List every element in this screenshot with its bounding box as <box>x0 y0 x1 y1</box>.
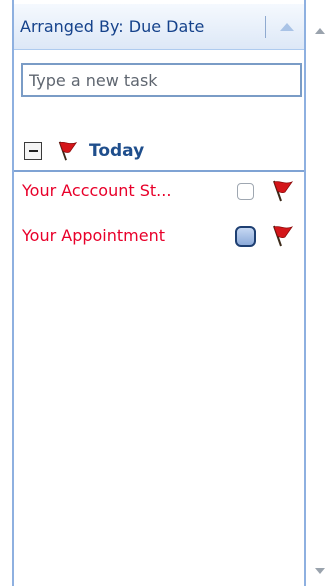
task-complete-checkbox[interactable] <box>235 226 256 247</box>
arrange-by-label: Arranged By: Due Date <box>20 17 205 36</box>
header-separator <box>265 16 266 38</box>
red-flag-icon[interactable] <box>270 224 294 248</box>
group-label-today: Today <box>89 141 145 161</box>
red-flag-icon[interactable] <box>270 179 294 203</box>
scroll-up-button[interactable] <box>308 16 332 46</box>
sort-ascending-icon <box>279 23 294 31</box>
red-flag-icon <box>58 141 78 161</box>
task-title[interactable]: Your Appointment <box>22 219 165 253</box>
task-row[interactable]: Your Appointment <box>14 219 304 253</box>
collapse-minus-icon <box>28 150 38 152</box>
task-complete-checkbox[interactable] <box>237 183 254 200</box>
task-title[interactable]: Your Acccount St... <box>22 174 171 208</box>
sort-direction-button[interactable] <box>269 8 304 46</box>
scroll-up-arrow-icon <box>315 28 325 34</box>
task-row[interactable]: Your Acccount St... <box>14 174 304 208</box>
new-task-input[interactable] <box>21 63 302 97</box>
todo-bar: Arranged By: Due Date Today Your Acccoun… <box>0 0 332 586</box>
arrange-by-header[interactable]: Arranged By: Due Date <box>14 4 304 50</box>
scroll-down-arrow-icon <box>315 568 325 574</box>
scroll-down-button[interactable] <box>308 556 332 586</box>
group-divider <box>14 170 304 172</box>
group-header-today[interactable]: Today <box>14 134 304 168</box>
collapse-group-button[interactable] <box>24 142 42 160</box>
task-panel: Arranged By: Due Date Today Your Acccoun… <box>12 0 306 586</box>
vertical-scrollbar[interactable] <box>308 0 332 586</box>
